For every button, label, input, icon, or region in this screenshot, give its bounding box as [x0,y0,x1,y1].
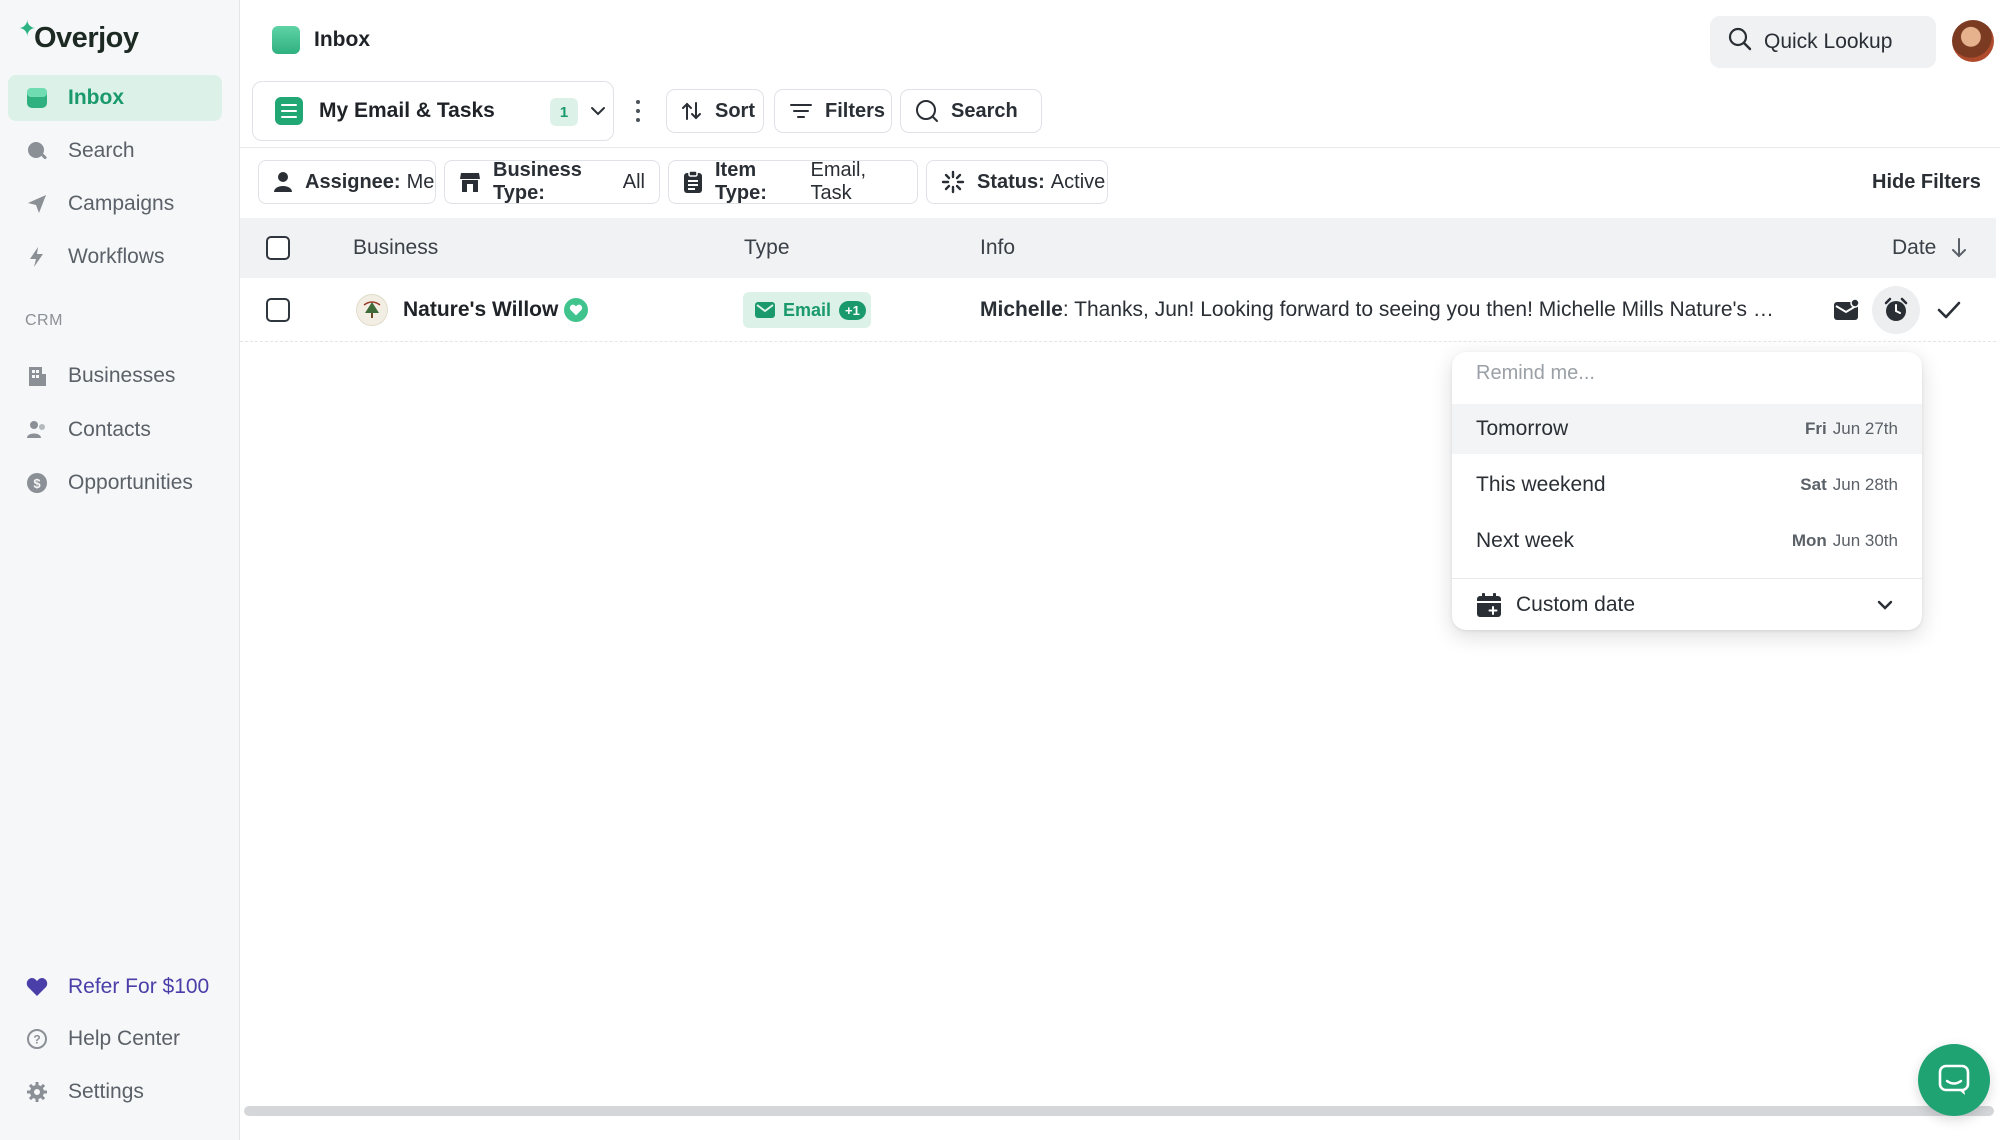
toolbar-divider [240,147,2000,148]
search-icon [1728,27,1752,57]
building-icon [26,365,48,387]
chevron-down-icon [589,102,607,126]
hide-filters-button[interactable]: Hide Filters [1872,171,1981,194]
sidebar: ✦ Overjoy Inbox Search Campaigns Workflow… [0,0,240,1140]
menu-divider [1452,578,1922,579]
column-type[interactable]: Type [744,236,790,260]
column-info[interactable]: Info [980,236,1015,260]
sort-button[interactable]: Sort [666,89,764,133]
loader-icon [941,170,965,194]
arrow-down-icon [1950,237,1968,259]
sort-icon [681,101,703,121]
search-icon [915,99,939,123]
mail-icon [755,302,775,318]
sidebar-item-inbox[interactable]: Inbox [8,75,222,121]
remind-option-custom-date[interactable]: Custom date [1452,580,1922,630]
column-date[interactable]: Date [1892,236,1968,260]
filter-chip-item-type[interactable]: Item Type: Email, Task [668,159,918,204]
store-icon [459,171,481,193]
chevron-down-icon [1876,596,1894,620]
inbox-icon [272,26,300,54]
svg-text:$: $ [33,476,41,491]
sidebar-item-refer[interactable]: Refer For $100 [8,964,222,1010]
contacts-icon [26,419,48,441]
clipboard-icon [683,170,703,194]
sparkle-icon: ✦ [18,16,36,41]
list-icon [275,97,303,125]
quick-lookup-button[interactable]: Quick Lookup [1710,16,1936,68]
business-logo [356,294,388,326]
bolt-icon [26,246,48,268]
message-preview[interactable]: Michelle: Thanks, Jun! Looking forward t… [980,298,1790,322]
more-options-icon[interactable] [628,100,648,122]
table-header: Business Type Info Date [240,218,1996,278]
gear-icon [26,1081,48,1103]
calendar-plus-icon [1476,592,1502,618]
column-business[interactable]: Business [353,236,438,260]
search-button[interactable]: Search [900,89,1042,133]
help-icon: ? [26,1028,48,1050]
view-count-badge: 1 [550,98,578,126]
chat-widget-button[interactable] [1918,1044,1990,1116]
send-icon [26,193,48,215]
user-avatar[interactable] [1952,20,1994,62]
horizontal-scrollbar[interactable] [244,1106,1994,1116]
remind-menu-header: Remind me... [1476,362,1595,384]
business-name[interactable]: Nature's Willow [403,298,558,322]
page-title: Inbox [272,26,370,54]
inbox-icon [26,87,48,109]
filter-chip-status[interactable]: Status: Active [926,160,1108,204]
sidebar-item-settings[interactable]: Settings [8,1069,222,1115]
sidebar-item-workflows[interactable]: Workflows [8,234,222,280]
remind-option-tomorrow[interactable]: Tomorrow Fri Jun 27th [1452,404,1922,454]
view-selector[interactable]: My Email & Tasks 1 [252,81,614,141]
filter-icon [789,102,813,120]
remind-option-next-week[interactable]: Next week Mon Jun 30th [1452,516,1922,566]
sidebar-item-campaigns[interactable]: Campaigns [8,181,222,227]
svg-text:?: ? [33,1033,40,1047]
type-badge-email: Email +1 [743,292,871,328]
remind-me-menu: Remind me... Tomorrow Fri Jun 27th This w… [1452,352,1922,630]
chat-icon [1937,1063,1971,1097]
overjoy-logo[interactable]: ✦ Overjoy [18,16,139,55]
heart-badge-icon [564,298,588,322]
remind-option-this-weekend[interactable]: This weekend Sat Jun 28th [1452,460,1922,510]
sidebar-item-opportunities[interactable]: $ Opportunities [8,460,222,506]
mail-open-icon[interactable] [1832,298,1860,322]
heart-icon [26,976,48,998]
user-icon [273,171,293,193]
sidebar-item-contacts[interactable]: Contacts [8,407,222,453]
filters-button[interactable]: Filters [774,89,892,133]
sidebar-item-help-center[interactable]: ? Help Center [8,1016,222,1062]
select-all-checkbox[interactable] [266,236,290,260]
toolbar: My Email & Tasks 1 Sort Filters Search [240,80,2000,148]
dollar-icon: $ [26,472,48,494]
search-icon [26,140,48,162]
mark-done-icon[interactable] [1936,298,1962,322]
crm-section-label: CRM [25,312,63,329]
top-bar: Inbox Quick Lookup [240,0,2000,80]
filter-chip-business-type[interactable]: Business Type: All [444,159,660,204]
filter-chip-assignee[interactable]: Assignee: Me [258,160,436,204]
snooze-button[interactable] [1872,286,1920,334]
table-row[interactable]: Nature's Willow Email +1 Michelle: Thank… [240,278,1996,342]
sidebar-item-search[interactable]: Search [8,128,222,174]
row-checkbox[interactable] [266,298,290,322]
alarm-clock-icon [1883,297,1909,323]
type-extra-count: +1 [839,300,866,320]
sidebar-item-businesses[interactable]: Businesses [8,353,222,399]
